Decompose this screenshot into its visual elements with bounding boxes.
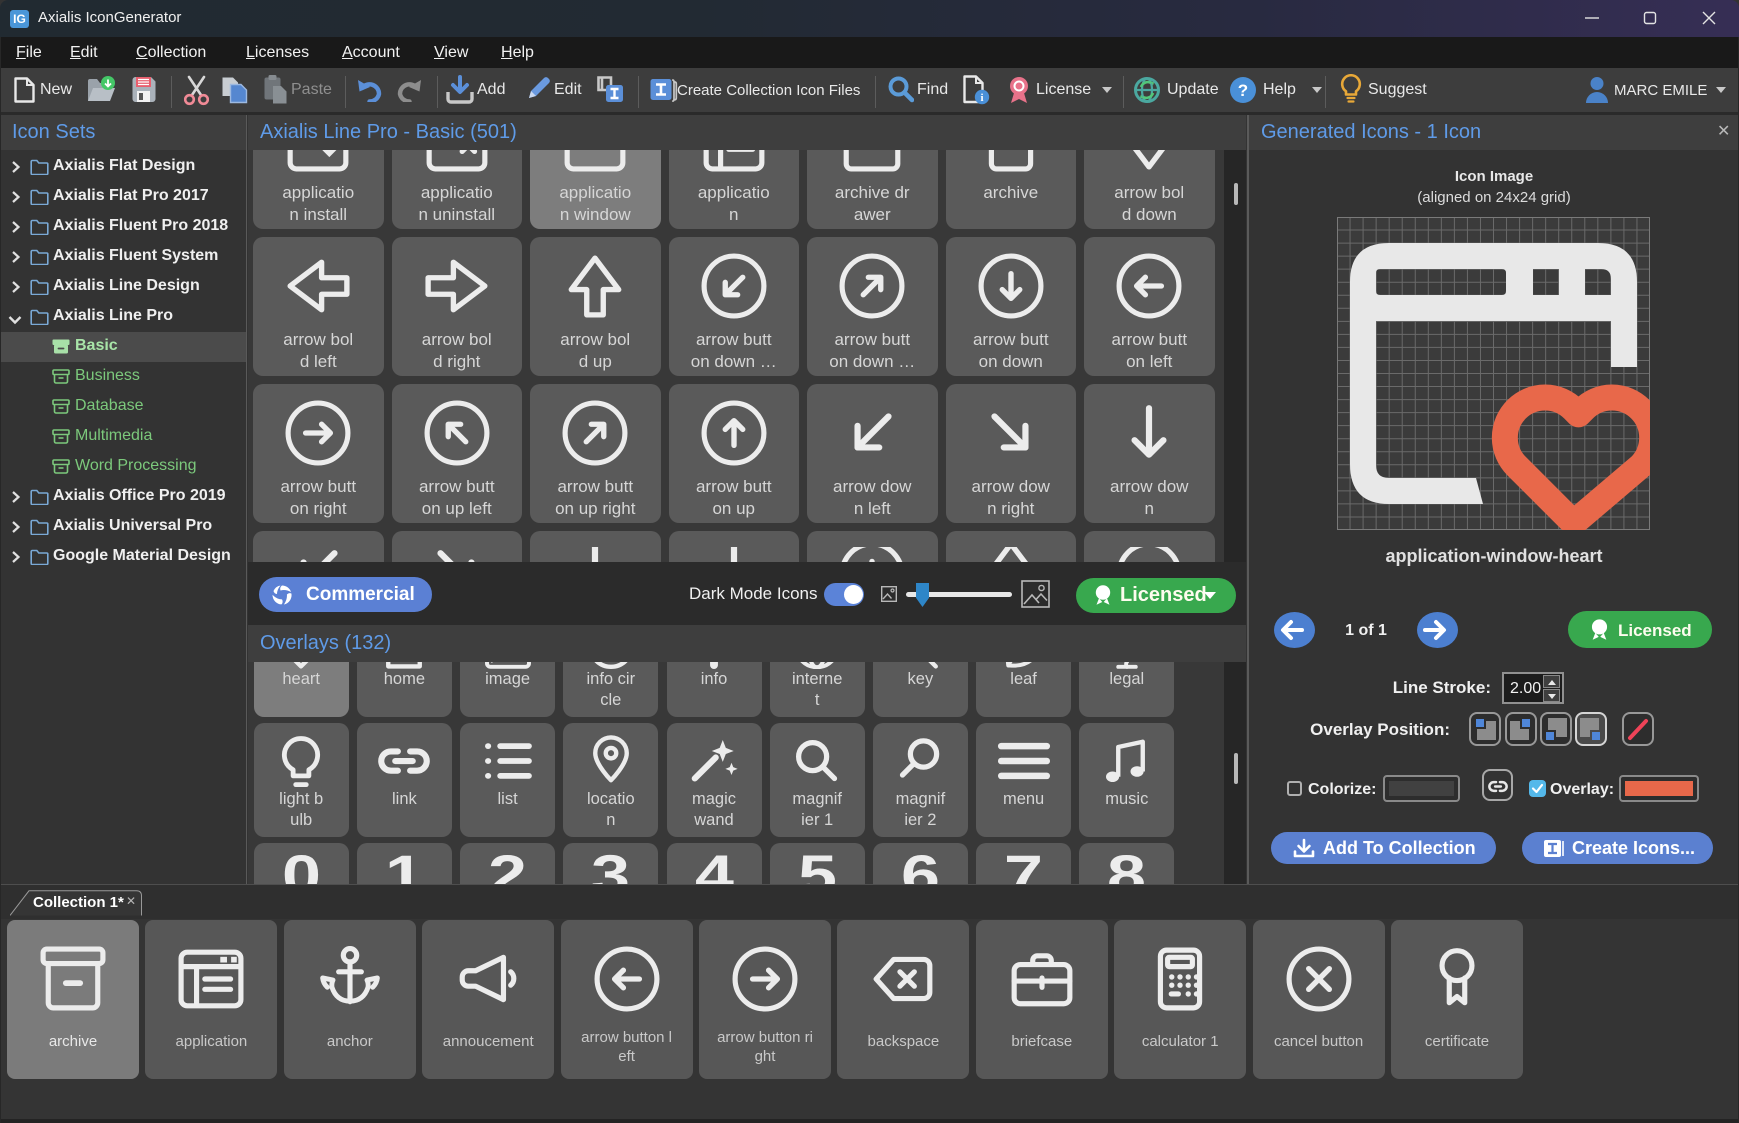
svg-text:?: ? bbox=[1238, 81, 1248, 100]
svg-text:i: i bbox=[980, 92, 983, 104]
